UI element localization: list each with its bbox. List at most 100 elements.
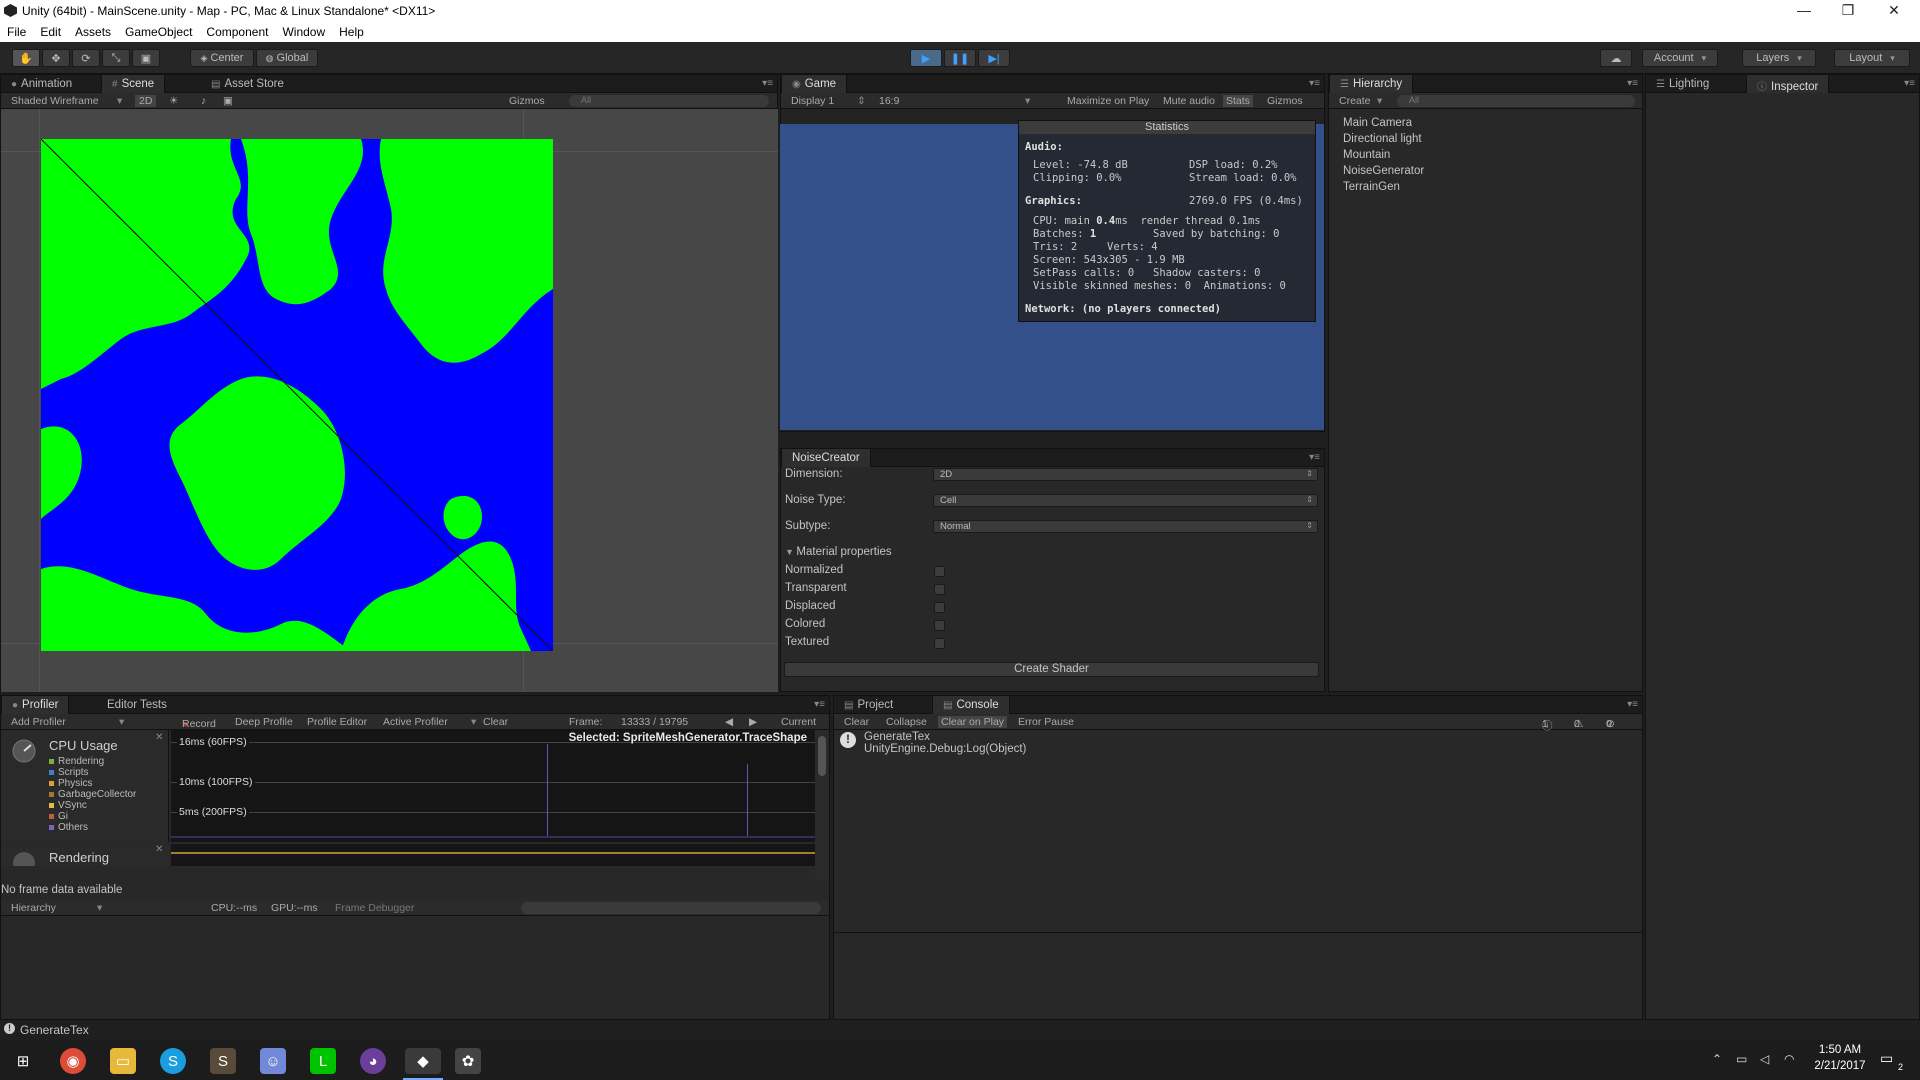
gizmos-dropdown[interactable]: Gizmos <box>509 95 545 107</box>
unity-hub-taskbar-icon[interactable]: ✿ <box>455 1048 481 1074</box>
layout-dropdown[interactable]: Layout <box>1834 49 1910 67</box>
create-dropdown[interactable]: Create <box>1339 95 1371 107</box>
skype-icon[interactable]: S <box>160 1048 186 1074</box>
battery-icon[interactable]: ▭ <box>1736 1052 1747 1066</box>
profiler-clear-button[interactable]: Clear <box>483 716 508 728</box>
minimize-button[interactable]: — <box>1784 2 1824 18</box>
add-profiler-dropdown[interactable]: Add Profiler <box>11 716 66 728</box>
tab-asset-store[interactable]: ▤ Asset Store <box>201 75 294 93</box>
stats-toggle[interactable]: Stats <box>1223 95 1253 107</box>
effects-toggle-icon[interactable]: ▣ <box>223 95 233 107</box>
deep-profile-toggle[interactable]: Deep Profile <box>235 716 293 728</box>
menu-file[interactable]: File <box>0 22 33 39</box>
play-button[interactable]: ▶ <box>910 49 942 67</box>
hierarchy-item[interactable]: TerrainGen <box>1343 179 1424 195</box>
tab-profiler[interactable]: ● Profiler <box>1 696 70 714</box>
account-dropdown[interactable]: Account <box>1642 49 1718 67</box>
game-gizmos-dropdown[interactable]: Gizmos <box>1267 95 1303 107</box>
hierarchy-item[interactable]: Directional light <box>1343 131 1424 147</box>
shading-mode-dropdown[interactable]: Shaded Wireframe <box>11 95 99 107</box>
prev-frame-icon[interactable]: ◀ <box>725 716 733 728</box>
hierarchy-view-dropdown[interactable]: Hierarchy <box>11 902 56 914</box>
mute-audio-toggle[interactable]: Mute audio <box>1163 95 1215 107</box>
legend-item[interactable]: Gi <box>49 811 68 822</box>
layers-dropdown[interactable]: Layers <box>1742 49 1816 67</box>
close-button[interactable]: ✕ <box>1874 2 1914 19</box>
panel-menu-icon[interactable]: ▾≡ <box>762 78 773 89</box>
windows-start-icon[interactable]: ⊞ <box>10 1048 36 1074</box>
profiler-search-input[interactable] <box>521 902 821 914</box>
profiler-scrollbar[interactable] <box>815 730 829 880</box>
transparent-checkbox[interactable] <box>934 584 945 595</box>
subtype-dropdown[interactable]: Normal <box>933 520 1318 533</box>
tab-animation[interactable]: ● Animation <box>1 75 82 93</box>
legend-item[interactable]: Rendering <box>49 756 104 767</box>
next-frame-icon[interactable]: ▶ <box>749 716 757 728</box>
textured-checkbox[interactable] <box>934 638 945 649</box>
console-clear-button[interactable]: Clear <box>844 716 869 728</box>
error-pause-toggle[interactable]: Error Pause <box>1018 716 1074 728</box>
profiler-scroll-thumb[interactable] <box>818 736 826 776</box>
colored-checkbox[interactable] <box>934 620 945 631</box>
display-dropdown[interactable]: Display 1 <box>791 95 834 107</box>
close-module-icon[interactable]: ✕ <box>155 844 163 855</box>
line-icon[interactable]: L <box>310 1048 336 1074</box>
active-profiler-dropdown[interactable]: Active Profiler <box>383 716 448 728</box>
tab-game[interactable]: ◉ Game <box>781 75 848 93</box>
menu-component[interactable]: Component <box>199 22 275 39</box>
tab-console[interactable]: ▤ Console <box>932 696 1010 714</box>
legend-item[interactable]: Others <box>49 822 88 833</box>
menu-gameobject[interactable]: GameObject <box>118 22 199 39</box>
rendering-graph[interactable] <box>171 844 815 866</box>
clear-on-play-toggle[interactable]: Clear on Play <box>938 716 1008 728</box>
tab-lighting[interactable]: ☰ Lighting <box>1646 75 1719 93</box>
panel-menu-icon[interactable]: ▾≡ <box>1627 699 1638 710</box>
menu-help[interactable]: Help <box>332 22 371 39</box>
panel-menu-icon[interactable]: ▾≡ <box>1627 78 1638 89</box>
hierarchy-item[interactable]: Mountain <box>1343 147 1424 163</box>
cpu-usage-graph[interactable]: 16ms (60FPS) 10ms (100FPS) 5ms (200FPS) … <box>171 730 815 842</box>
legend-item[interactable]: Scripts <box>49 767 89 778</box>
menu-assets[interactable]: Assets <box>68 22 118 39</box>
panel-menu-icon[interactable]: ▾≡ <box>1309 78 1320 89</box>
scene-viewport[interactable] <box>1 109 778 692</box>
panel-menu-icon[interactable]: ▾≡ <box>1904 78 1915 89</box>
noise-map-sprite[interactable] <box>41 139 553 651</box>
hierarchy-item[interactable]: NoiseGenerator <box>1343 163 1424 179</box>
maximize-on-play-toggle[interactable]: Maximize on Play <box>1067 95 1149 107</box>
audio-toggle-icon[interactable]: ♪ <box>201 95 206 107</box>
cpu-usage-module[interactable]: CPU Usage ✕ Rendering Scripts Physics Ga… <box>1 730 169 842</box>
unity-taskbar-icon[interactable]: ◆ <box>405 1048 441 1074</box>
menu-edit[interactable]: Edit <box>33 22 68 39</box>
tab-inspector[interactable]: ⓘ Inspector <box>1746 75 1830 93</box>
move-tool-button[interactable]: ✥ <box>42 49 70 67</box>
legend-item[interactable]: GarbageCollector <box>49 789 136 800</box>
scale-tool-button[interactable]: ⤡ <box>102 49 130 67</box>
frame-debugger-button[interactable]: Frame Debugger <box>335 902 414 914</box>
tab-noise-creator[interactable]: NoiseCreator <box>781 449 871 467</box>
profile-editor-toggle[interactable]: Profile Editor <box>307 716 367 728</box>
dimension-dropdown[interactable]: 2D <box>933 468 1318 481</box>
collapse-toggle[interactable]: Collapse <box>886 716 927 728</box>
panel-menu-icon[interactable]: ▾≡ <box>1309 452 1320 463</box>
status-message[interactable]: GenerateTex <box>20 1023 89 1037</box>
displaced-checkbox[interactable] <box>934 602 945 613</box>
lighting-toggle-icon[interactable]: ☀ <box>169 95 178 107</box>
collab-cloud-button[interactable]: ☁ <box>1600 49 1632 67</box>
tab-editor-tests[interactable]: Editor Tests <box>97 696 177 714</box>
legend-item[interactable]: VSync <box>49 800 87 811</box>
menu-window[interactable]: Window <box>275 22 332 39</box>
volume-icon[interactable]: ◁ <box>1760 1052 1769 1066</box>
noise-type-dropdown[interactable]: Cell <box>933 494 1318 507</box>
rotate-tool-button[interactable]: ⟳ <box>72 49 100 67</box>
hand-tool-button[interactable]: ✋ <box>12 49 40 67</box>
sublime-icon[interactable]: S <box>210 1048 236 1074</box>
close-module-icon[interactable]: ✕ <box>155 732 163 743</box>
2d-toggle[interactable]: 2D <box>135 95 157 107</box>
tray-overflow-icon[interactable]: ⌃ <box>1712 1052 1722 1066</box>
pause-button[interactable]: ❚❚ <box>944 49 976 67</box>
wifi-icon[interactable]: ◠ <box>1784 1052 1794 1066</box>
clock-time[interactable]: 1:50 AM <box>1810 1044 1870 1056</box>
clock-date[interactable]: 2/21/2017 <box>1806 1060 1874 1072</box>
create-shader-button[interactable]: Create Shader <box>784 662 1319 677</box>
